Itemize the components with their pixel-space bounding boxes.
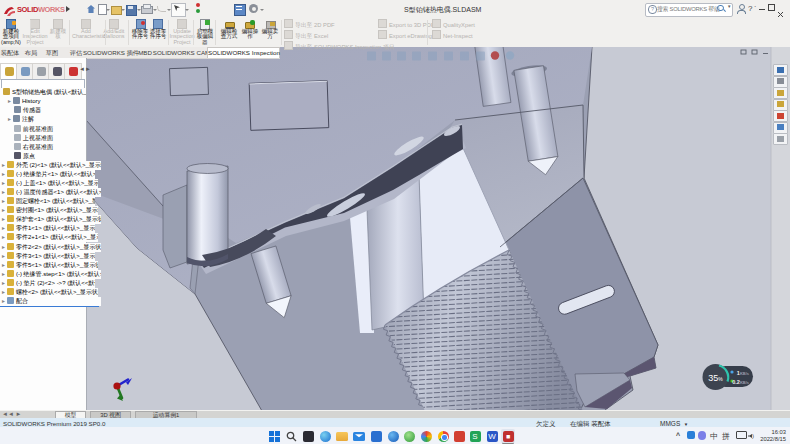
svg-text:1KB/s: 1KB/s bbox=[737, 370, 750, 376]
svg-text:0.2KB/s: 0.2KB/s bbox=[732, 379, 750, 385]
